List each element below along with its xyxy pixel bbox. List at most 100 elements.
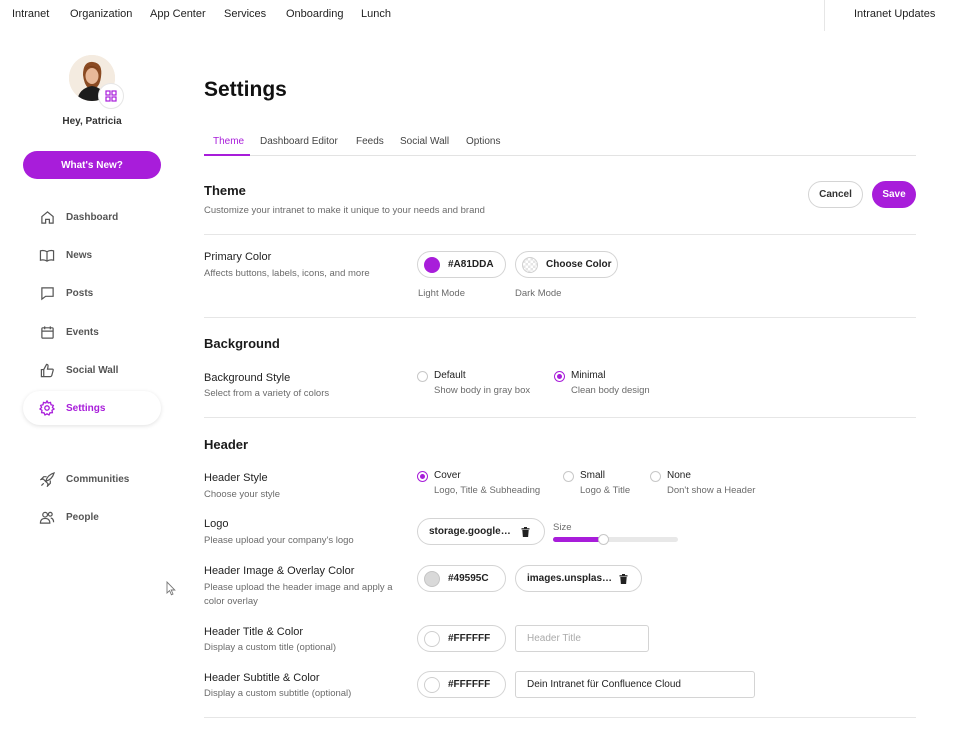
slider-handle[interactable] <box>598 534 609 545</box>
sidebar-item-social-wall[interactable]: Social Wall <box>23 353 161 387</box>
cancel-button[interactable]: Cancel <box>808 181 863 208</box>
sidebar-item-communities[interactable]: Communities <box>23 462 161 496</box>
thumbs-up-icon <box>39 362 55 378</box>
radio-button[interactable] <box>417 371 428 382</box>
intranet-updates-link[interactable]: Intranet Updates <box>854 8 935 20</box>
sidebar-item-label: News <box>66 249 93 261</box>
tab-feeds[interactable]: Feeds <box>356 136 384 147</box>
slider-fill <box>553 537 603 542</box>
page-title: Settings <box>204 78 287 101</box>
topnav-item-intranet[interactable]: Intranet <box>12 8 49 20</box>
topnav-item-lunch[interactable]: Lunch <box>361 8 391 20</box>
people-icon <box>39 509 55 525</box>
header-option-cover[interactable]: Cover Logo, Title & Subheading <box>417 470 540 496</box>
option-description: Clean body design <box>571 385 650 396</box>
empty-color-swatch-icon <box>522 256 538 273</box>
divider <box>204 717 916 718</box>
top-navigation: Intranet Organization App Center Service… <box>0 0 960 31</box>
logo-file-chip[interactable]: storage.googleapis.com <box>417 518 545 545</box>
header-image-description: Please upload the header image and apply… <box>204 582 393 607</box>
header-style-description: Choose your style <box>204 489 281 500</box>
logo-description: Please upload your company's logo <box>204 535 354 546</box>
color-swatch <box>424 630 440 647</box>
sidebar-item-events[interactable]: Events <box>23 315 161 349</box>
chat-bubble-icon <box>39 285 55 301</box>
logo-file-name: storage.googleapis.com <box>429 526 515 537</box>
topnav-item-onboarding[interactable]: Onboarding <box>286 8 344 20</box>
sidebar-item-posts[interactable]: Posts <box>23 276 161 310</box>
light-mode-label: Light Mode <box>418 288 466 299</box>
header-subtitle-row-title: Header Subtitle & Color <box>204 672 320 684</box>
background-option-default[interactable]: Default Show body in gray box <box>417 370 530 396</box>
sidebar-item-label: Events <box>66 326 99 338</box>
sidebar-item-people[interactable]: People <box>23 500 161 534</box>
tab-options[interactable]: Options <box>466 136 500 147</box>
sidebar-item-label: Posts <box>66 287 94 299</box>
radio-button[interactable] <box>563 471 574 482</box>
home-icon <box>39 209 55 225</box>
header-subtitle-row-description: Display a custom subtitle (optional) <box>204 688 352 699</box>
option-description: Don't show a Header <box>667 485 756 496</box>
settings-tabs: Theme Dashboard Editor Feeds Social Wall… <box>204 134 916 156</box>
header-subtitle-color-value: #FFFFFF <box>448 679 491 690</box>
divider <box>204 317 916 318</box>
sidebar-item-label: Communities <box>66 473 130 485</box>
color-swatch <box>424 256 440 273</box>
sidebar-item-dashboard[interactable]: Dashboard <box>23 200 161 234</box>
overlay-color-picker[interactable]: #49595C <box>417 565 506 592</box>
header-subtitle-input[interactable] <box>515 671 755 698</box>
size-label: Size <box>553 522 572 533</box>
option-label: Cover <box>434 470 461 481</box>
option-description: Show body in gray box <box>434 385 531 396</box>
calendar-icon <box>39 324 55 340</box>
header-title-input[interactable] <box>515 625 649 652</box>
light-mode-color-value: #A81DDA <box>448 259 494 270</box>
background-option-minimal[interactable]: Minimal Clean body design <box>554 370 650 396</box>
sidebar-item-label: Dashboard <box>66 211 119 223</box>
radio-button[interactable] <box>417 471 428 482</box>
radio-button[interactable] <box>650 471 661 482</box>
topnav-item-services[interactable]: Services <box>224 8 266 20</box>
tab-dashboard-editor[interactable]: Dashboard Editor <box>260 136 338 147</box>
sidebar-item-settings[interactable]: Settings <box>23 391 161 425</box>
option-label: Minimal <box>571 370 606 381</box>
header-option-none[interactable]: None Don't show a Header <box>650 470 755 496</box>
topnav-divider <box>824 0 825 31</box>
rocket-icon <box>39 471 55 487</box>
topnav-item-organization[interactable]: Organization <box>70 8 132 20</box>
option-label: Default <box>434 370 466 381</box>
primary-color-title: Primary Color <box>204 251 272 263</box>
save-button[interactable]: Save <box>872 181 916 208</box>
logo-size-slider[interactable] <box>553 534 678 545</box>
topnav-item-app-center[interactable]: App Center <box>150 8 206 20</box>
header-title-color-picker[interactable]: #FFFFFF <box>417 625 506 652</box>
sidebar-item-label: Social Wall <box>66 364 119 376</box>
whats-new-button[interactable]: What's New? <box>23 151 161 179</box>
theme-section-description: Customize your intranet to make it uniqu… <box>204 205 485 216</box>
trash-icon[interactable] <box>619 573 628 584</box>
header-title-color-value: #FFFFFF <box>448 633 491 644</box>
option-label: None <box>667 470 691 481</box>
header-title-row-description: Display a custom title (optional) <box>204 642 336 653</box>
mouse-cursor-icon <box>166 580 176 601</box>
theme-section-title: Theme <box>204 183 246 198</box>
header-option-small[interactable]: Small Logo & Title <box>563 470 630 496</box>
sidebar-item-label: People <box>66 511 99 523</box>
header-image-file-name: images.unsplash.com <box>527 573 613 584</box>
dark-mode-color-value: Choose Color <box>546 259 612 270</box>
divider <box>204 417 916 418</box>
background-style-title: Background Style <box>204 372 291 384</box>
dark-mode-color-picker[interactable]: Choose Color <box>515 251 618 278</box>
header-section-title: Header <box>204 437 249 452</box>
option-label: Small <box>580 470 606 481</box>
header-image-file-chip[interactable]: images.unsplash.com <box>515 565 642 592</box>
trash-icon[interactable] <box>521 526 530 537</box>
radio-button[interactable] <box>554 371 565 382</box>
apps-grid-icon[interactable] <box>98 83 124 109</box>
header-subtitle-color-picker[interactable]: #FFFFFF <box>417 671 506 698</box>
sidebar-item-news[interactable]: News <box>23 238 161 272</box>
header-image-title: Header Image & Overlay Color <box>204 565 355 577</box>
tab-social-wall[interactable]: Social Wall <box>400 136 449 147</box>
light-mode-color-picker[interactable]: #A81DDA <box>417 251 506 278</box>
tab-theme[interactable]: Theme <box>213 136 244 147</box>
